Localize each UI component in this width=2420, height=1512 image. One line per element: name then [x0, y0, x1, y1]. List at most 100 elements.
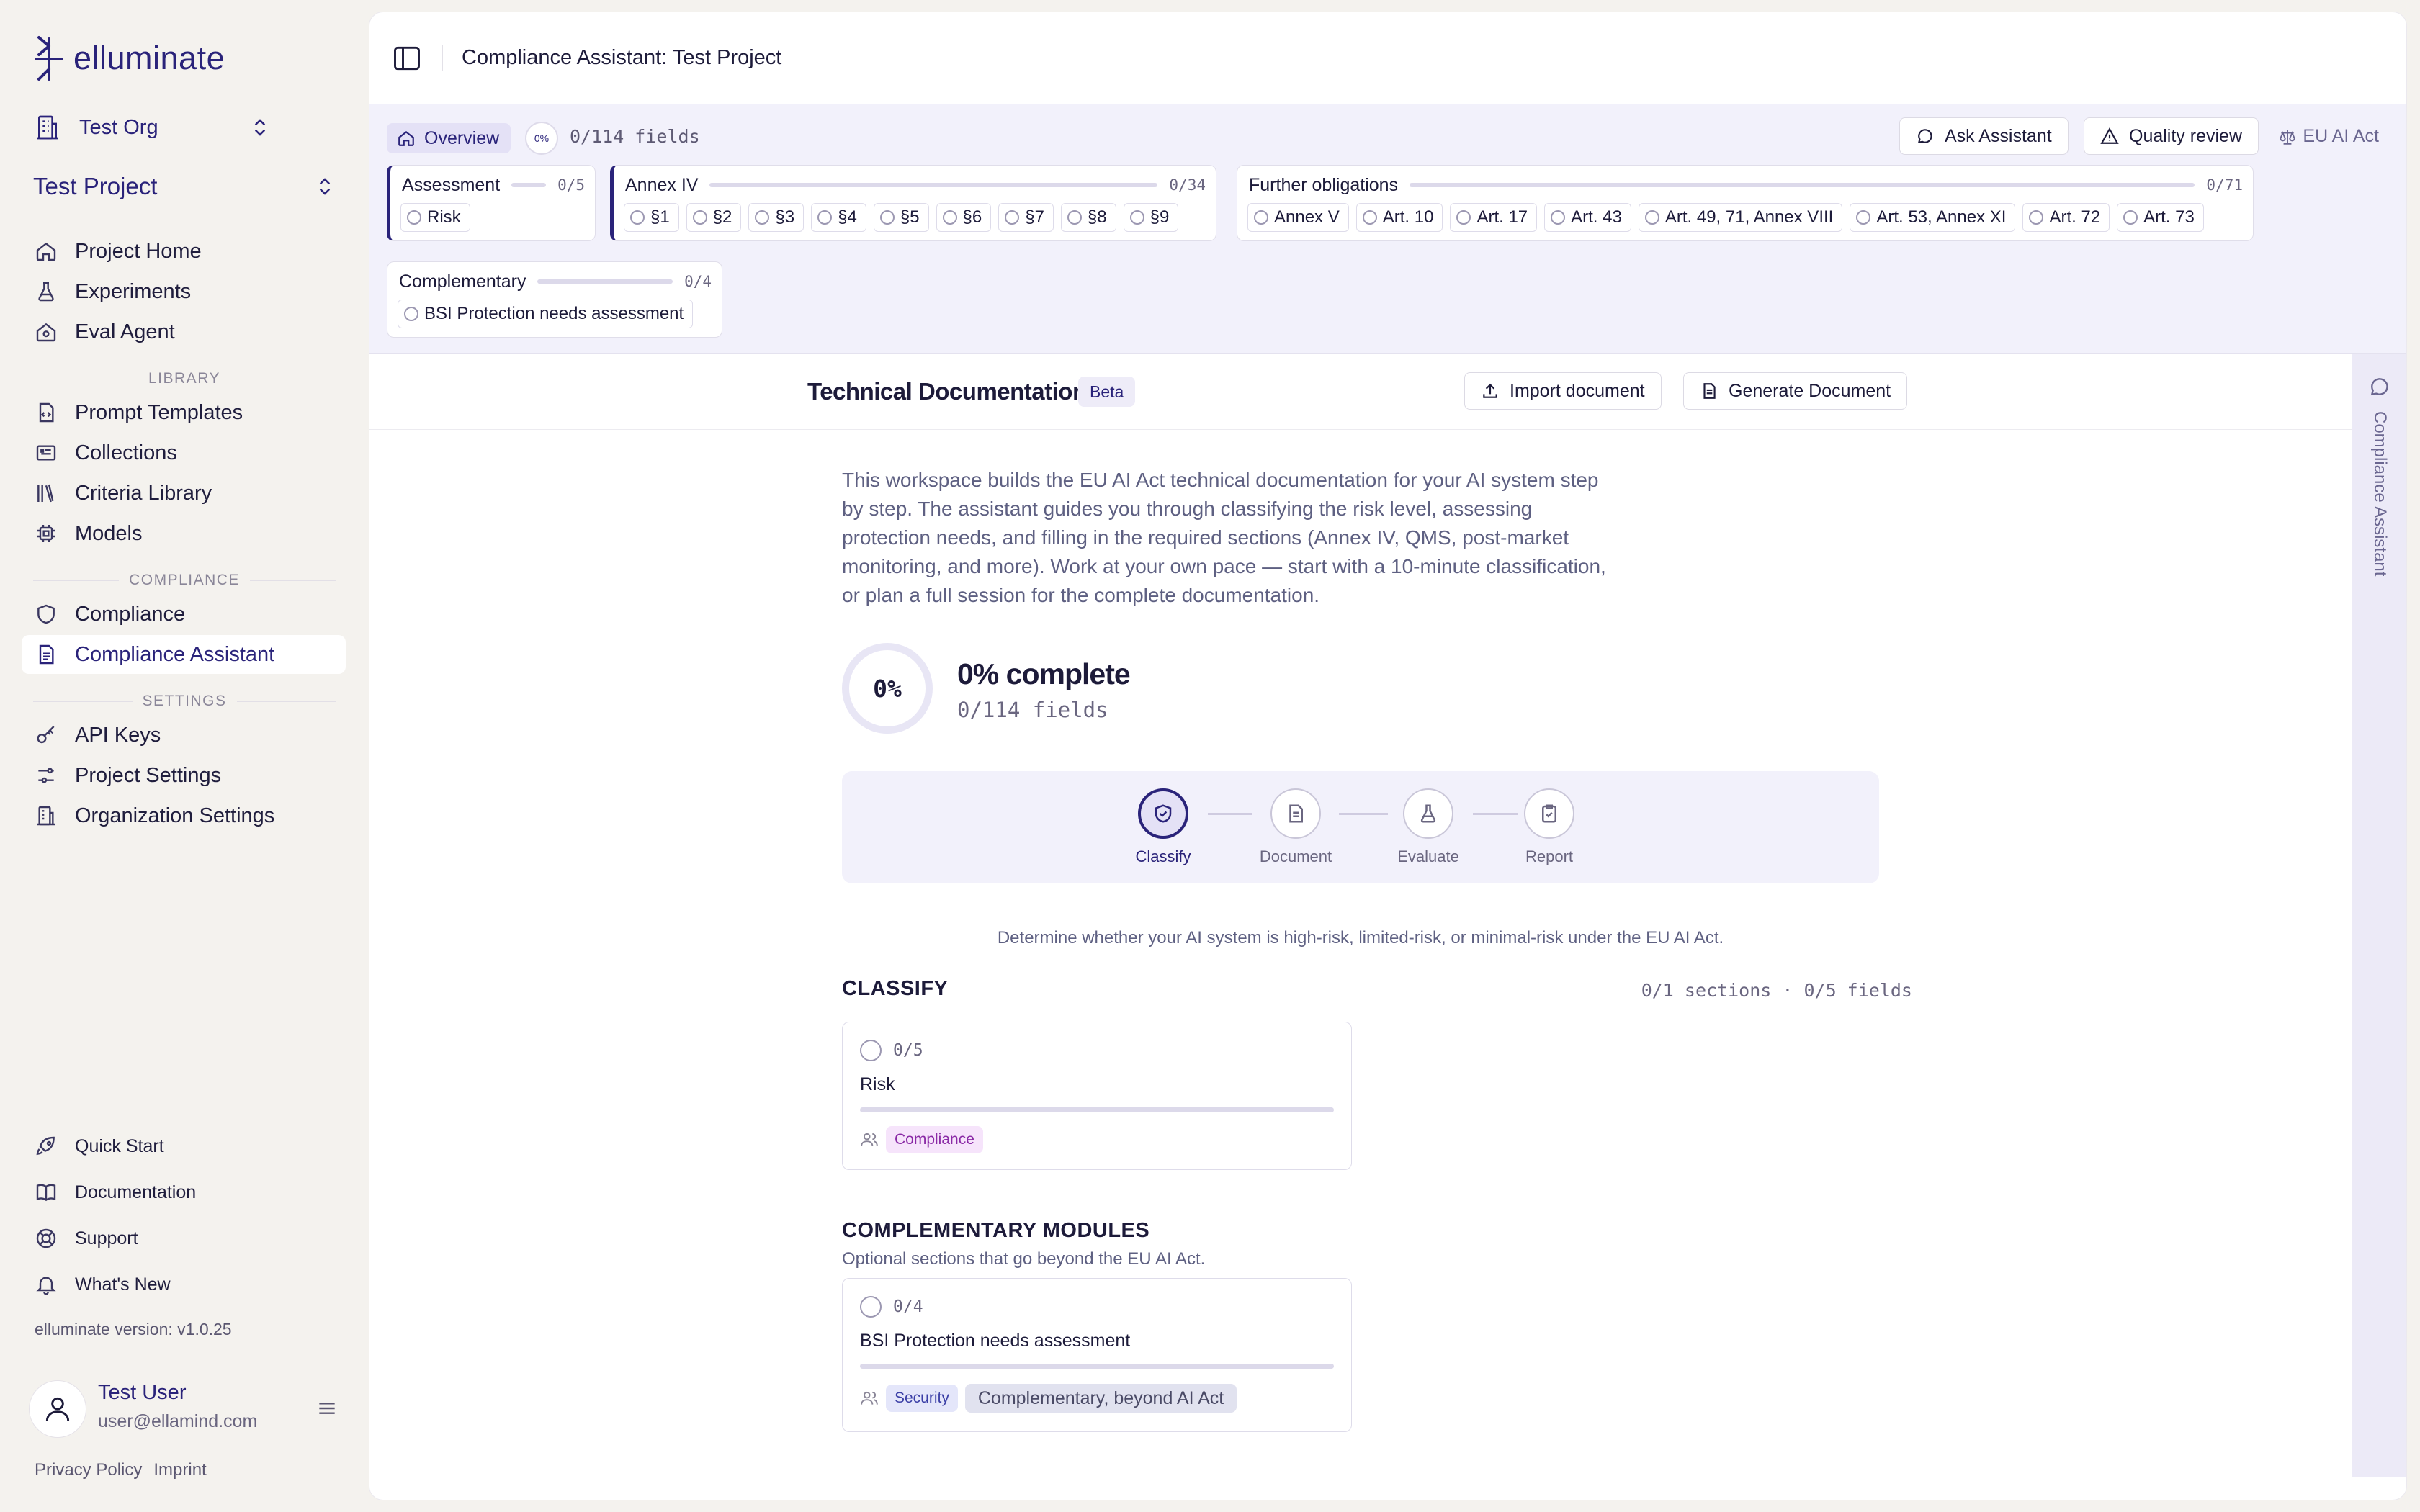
document-icon — [39, 644, 54, 665]
project-switcher[interactable]: Test Project — [33, 168, 336, 204]
sidebar-item-quick-start[interactable]: Quick Start — [22, 1127, 346, 1166]
step-report[interactable]: Report — [1492, 788, 1607, 866]
user-profile[interactable]: Test User user@ellamind.com — [29, 1377, 339, 1441]
field-chip-risk[interactable]: Risk — [400, 203, 470, 232]
import-document-button[interactable]: Import document — [1464, 372, 1662, 410]
quality-review-button[interactable]: Quality review — [2084, 117, 2259, 155]
sidebar-item-eval-agent[interactable]: Eval Agent — [22, 312, 346, 351]
status-circle-icon — [1644, 210, 1659, 225]
group-title: Further obligations — [1249, 174, 1399, 195]
field-chip-art-53[interactable]: Art. 53, Annex XI — [1850, 203, 2016, 232]
status-circle-icon — [1254, 210, 1268, 225]
step-evaluate[interactable]: Evaluate — [1371, 788, 1486, 866]
page-title: Compliance Assistant: Test Project — [462, 46, 782, 69]
status-circle-icon — [942, 210, 957, 225]
document-header: Technical Documentation Beta Import docu… — [369, 354, 2353, 430]
sidebar-item-label: Criteria Library — [75, 481, 212, 505]
sidebar-item-support[interactable]: Support — [22, 1219, 346, 1258]
hamburger-menu-icon[interactable] — [315, 1397, 339, 1420]
sidebar-item-compliance-assistant[interactable]: Compliance Assistant — [22, 635, 346, 674]
field-chip-section-5[interactable]: §5 — [873, 203, 929, 232]
ask-assistant-button[interactable]: Ask Assistant — [1899, 117, 2069, 155]
sidebar-item-whats-new[interactable]: What's New — [22, 1265, 346, 1304]
sidebar-item-organization-settings[interactable]: Organization Settings — [22, 796, 346, 835]
logo-icon — [35, 36, 63, 81]
step-document[interactable]: Document — [1238, 788, 1353, 866]
org-switcher[interactable]: Test Org — [33, 111, 271, 144]
field-chip-art-49-71[interactable]: Art. 49, 71, Annex VIII — [1638, 203, 1843, 232]
status-circle-icon — [1067, 210, 1082, 225]
sidebar-item-documentation[interactable]: Documentation — [22, 1173, 346, 1212]
group-count: 0/5 — [557, 176, 585, 194]
step-classify[interactable]: Classify — [1106, 788, 1221, 866]
tag-complementary: Complementary, beyond AI Act — [964, 1384, 1237, 1413]
workflow-stepper: Classify Document Evaluate Report — [842, 771, 1879, 883]
sidebar-item-collections[interactable]: Collections — [22, 433, 346, 472]
status-circle-icon — [860, 1296, 882, 1318]
field-chip-bsi[interactable]: BSI Protection needs assessment — [398, 300, 694, 328]
field-chip-art-17[interactable]: Art. 17 — [1450, 203, 1538, 232]
section-card-risk[interactable]: 0/5 Risk Compliance — [842, 1022, 1352, 1170]
card-title: Risk — [860, 1074, 895, 1094]
sidebar-item-models[interactable]: Models — [22, 514, 346, 553]
status-circle-icon — [1551, 210, 1566, 225]
home-icon — [36, 242, 56, 261]
home-icon — [398, 130, 414, 146]
group-progress-bar — [511, 183, 547, 187]
field-chip-art-43[interactable]: Art. 43 — [1544, 203, 1631, 232]
overview-label: Overview — [424, 127, 500, 148]
sidebar-item-label: Collections — [75, 441, 177, 464]
section-label-settings: SETTINGS — [33, 690, 336, 712]
step-label: Report — [1525, 847, 1574, 865]
section-label-library: LIBRARY — [33, 368, 336, 390]
sidebar-item-project-home[interactable]: Project Home — [22, 232, 346, 271]
clipboard-icon — [1542, 804, 1556, 823]
section-heading-complementary: COMPLEMENTARY MODULES — [842, 1219, 1150, 1242]
privacy-policy-link[interactable]: Privacy Policy — [35, 1460, 142, 1480]
app-logo[interactable]: elluminate — [33, 33, 225, 84]
sidebar-item-compliance[interactable]: Compliance — [22, 595, 346, 634]
generate-document-button[interactable]: Generate Document — [1683, 372, 1908, 410]
sidebar-item-prompt-templates[interactable]: Prompt Templates — [22, 393, 346, 432]
sidebar-toggle-icon[interactable] — [391, 42, 423, 74]
field-chip-section-4[interactable]: §4 — [811, 203, 866, 232]
field-chip-art-73[interactable]: Art. 73 — [2117, 203, 2204, 232]
section-card-bsi[interactable]: 0/4 BSI Protection needs assessment Secu… — [842, 1278, 1352, 1432]
step-label: Evaluate — [1397, 847, 1459, 865]
imprint-link[interactable]: Imprint — [153, 1460, 206, 1480]
field-chip-section-2[interactable]: §2 — [686, 203, 742, 232]
group-count: 0/71 — [2206, 176, 2243, 194]
field-chip-art-72[interactable]: Art. 72 — [2022, 203, 2110, 232]
group-progress-bar — [709, 183, 1158, 187]
step-label: Classify — [1135, 847, 1191, 865]
overview-button[interactable]: Overview — [387, 123, 511, 153]
sidebar-item-experiments[interactable]: Experiments — [22, 272, 346, 311]
eu-ai-act-link[interactable]: EU AI Act — [2278, 126, 2379, 147]
users-icon — [861, 1391, 878, 1405]
status-circle-icon — [407, 210, 421, 225]
field-chip-section-7[interactable]: §7 — [998, 203, 1054, 232]
field-chip-section-1[interactable]: §1 — [624, 203, 679, 232]
status-circle-icon — [2123, 210, 2138, 225]
sidebar-item-api-keys[interactable]: API Keys — [22, 716, 346, 755]
sidebar-item-label: Prompt Templates — [75, 400, 243, 424]
field-chip-section-6[interactable]: §6 — [936, 203, 992, 232]
sidebar-item-project-settings[interactable]: Project Settings — [22, 756, 346, 795]
status-circle-icon — [1005, 210, 1020, 225]
project-name: Test Project — [33, 173, 158, 199]
sidebar-item-label: Documentation — [75, 1182, 197, 1202]
status-circle-icon — [879, 210, 895, 225]
sliders-icon — [38, 768, 54, 783]
beta-badge: Beta — [1078, 377, 1136, 407]
sidebar-item-label: Quick Start — [75, 1135, 164, 1156]
card-count: 0/5 — [893, 1041, 923, 1060]
field-chip-section-8[interactable]: §8 — [1060, 203, 1116, 232]
app-version: elluminate version: v1.0.25 — [35, 1320, 232, 1338]
field-chip-section-3[interactable]: §3 — [748, 203, 805, 232]
field-chip-art-10[interactable]: Art. 10 — [1355, 203, 1443, 232]
field-chip-section-9[interactable]: §9 — [1123, 203, 1179, 232]
step-label: Document — [1259, 847, 1332, 865]
compliance-assistant-rail[interactable]: Compliance Assistant — [2352, 354, 2406, 1477]
sidebar-item-criteria-library[interactable]: Criteria Library — [22, 474, 346, 513]
field-chip-annex-v[interactable]: Annex V — [1247, 203, 1349, 232]
